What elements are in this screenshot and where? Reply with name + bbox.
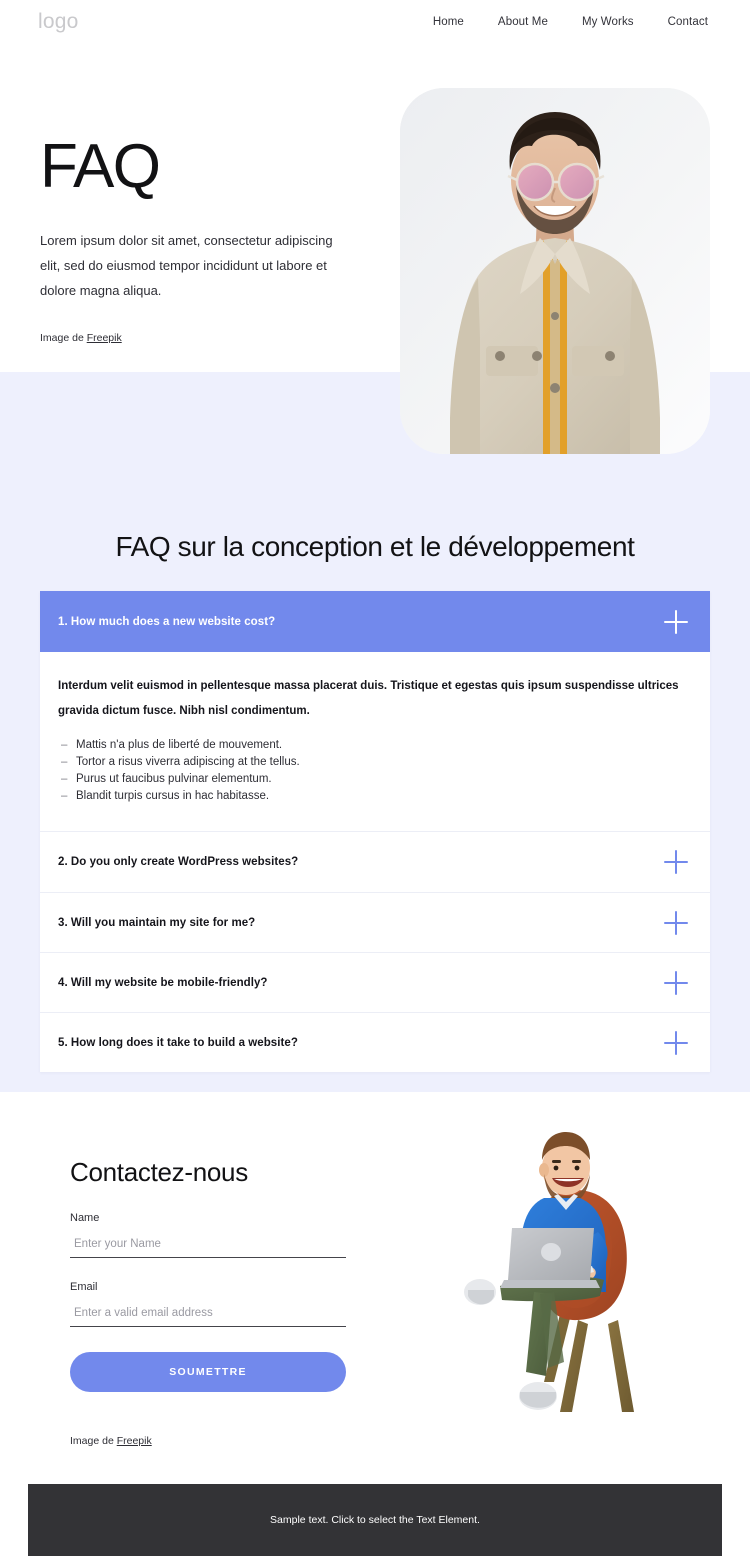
name-input[interactable]	[70, 1234, 346, 1258]
contact-section: Contactez-nous Name Email SOUMETTRE Imag…	[0, 1092, 750, 1484]
hero-portrait-illustration	[400, 88, 710, 454]
faq-question-2[interactable]: 2. Do you only create WordPress websites…	[40, 832, 710, 892]
page-root: FAQ Lorem ipsum dolor sit amet, consecte…	[0, 0, 750, 1556]
name-label: Name	[70, 1212, 100, 1224]
list-item: Blandit turpis cursus in hac habitasse.	[58, 788, 688, 805]
contact-illustration	[448, 1124, 678, 1434]
faq-question-4[interactable]: 4. Will my website be mobile-friendly?	[40, 952, 710, 1012]
site-footer: Sample text. Click to select the Text El…	[28, 1484, 722, 1556]
man-with-laptop-illustration	[464, 1132, 634, 1412]
main-navigation: Home About Me My Works Contact	[433, 15, 708, 29]
nav-item-about-me[interactable]: About Me	[498, 15, 548, 29]
nav-item-my-works[interactable]: My Works	[582, 15, 634, 29]
plus-icon[interactable]	[662, 969, 690, 997]
email-label: Email	[70, 1281, 98, 1293]
contact-title: Contactez-nous	[70, 1157, 248, 1187]
contact-credit-prefix: Image de	[70, 1435, 117, 1447]
list-item: Tortor a risus viverra adipiscing at the…	[58, 754, 688, 771]
hero-freepik-link[interactable]: Freepik	[87, 332, 122, 344]
faq-heading: FAQ sur la conception et le développemen…	[115, 531, 635, 562]
faq-question-1-label: 1. How much does a new website cost?	[58, 615, 276, 628]
contact-image-credit: Image de Freepik	[70, 1434, 350, 1448]
email-field-group: Email	[70, 1280, 350, 1327]
contact-form: Contactez-nous Name Email SOUMETTRE Imag…	[70, 1155, 350, 1448]
faq-answer-1: Interdum velit euismod in pellentesque m…	[40, 652, 710, 832]
contact-freepik-link[interactable]: Freepik	[117, 1435, 152, 1447]
email-input[interactable]	[70, 1303, 346, 1327]
faq-question-5-label: 5. How long does it take to build a webs…	[58, 1036, 298, 1049]
faq-question-2-label: 2. Do you only create WordPress websites…	[58, 856, 299, 868]
faq-item-4: 4. Will my website be mobile-friendly?	[40, 952, 710, 1012]
faq-question-4-label: 4. Will my website be mobile-friendly?	[58, 976, 268, 989]
hero-section: FAQ Lorem ipsum dolor sit amet, consecte…	[0, 0, 750, 454]
site-header: logo Home About Me My Works Contact	[0, 0, 750, 48]
name-field-group: Name	[70, 1211, 350, 1258]
faq-answer-1-lead: Interdum velit euismod in pellentesque m…	[58, 680, 679, 717]
plus-icon[interactable]	[662, 909, 690, 937]
hero-image-credit: Image de Freepik	[40, 331, 360, 345]
faq-accordion: 1. How much does a new website cost? Int…	[40, 591, 710, 1072]
faq-item-5: 5. How long does it take to build a webs…	[40, 1012, 710, 1072]
hero-text-block: FAQ Lorem ipsum dolor sit amet, consecte…	[40, 132, 360, 345]
page-title: FAQ	[40, 132, 161, 201]
footer-sample-text[interactable]: Sample text. Click to select the Text El…	[270, 1513, 480, 1527]
faq-question-5[interactable]: 5. How long does it take to build a webs…	[40, 1012, 710, 1072]
faq-question-3-label: 3. Will you maintain my site for me?	[58, 916, 256, 929]
faq-item-3: 3. Will you maintain my site for me?	[40, 892, 710, 952]
plus-icon[interactable]	[662, 608, 690, 636]
submit-button[interactable]: SOUMETTRE	[70, 1352, 346, 1392]
list-item: Mattis n'a plus de liberté de mouvement.	[58, 737, 688, 754]
list-item: Purus ut faucibus pulvinar elementum.	[58, 771, 688, 788]
nav-item-contact[interactable]: Contact	[668, 15, 708, 29]
hero-portrait-photo	[400, 88, 710, 454]
faq-question-1[interactable]: 1. How much does a new website cost?	[40, 591, 710, 652]
hero-credit-prefix: Image de	[40, 332, 87, 344]
nav-item-home[interactable]: Home	[433, 15, 464, 29]
logo[interactable]: logo	[38, 10, 79, 34]
plus-icon[interactable]	[662, 848, 690, 876]
faq-item-1: 1. How much does a new website cost? Int…	[40, 591, 710, 832]
plus-icon[interactable]	[662, 1029, 690, 1057]
faq-item-2: 2. Do you only create WordPress websites…	[40, 832, 710, 892]
faq-section: FAQ sur la conception et le développemen…	[0, 372, 750, 1092]
faq-answer-1-bullets: Mattis n'a plus de liberté de mouvement.…	[58, 737, 688, 805]
faq-question-3[interactable]: 3. Will you maintain my site for me?	[40, 892, 710, 952]
hero-paragraph: Lorem ipsum dolor sit amet, consectetur …	[40, 233, 333, 298]
